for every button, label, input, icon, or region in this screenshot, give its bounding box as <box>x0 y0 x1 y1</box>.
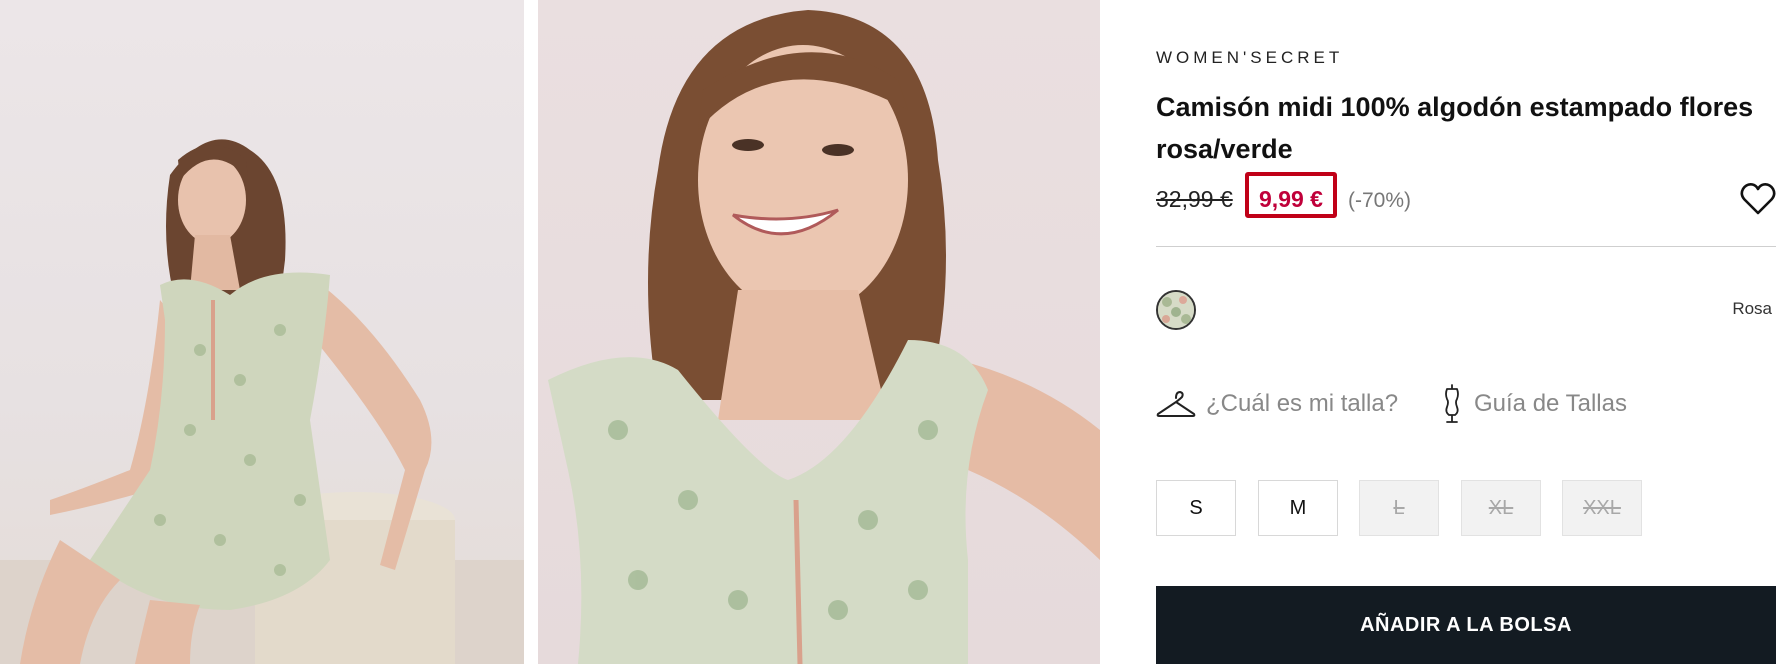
size-help-row: ¿Cuál es mi talla? Guía de Tallas <box>1156 384 1776 424</box>
product-photo-full-body[interactable] <box>0 0 524 664</box>
sale-price: 9,99 € <box>1259 186 1323 212</box>
size-option-l-unavailable: L <box>1359 480 1439 536</box>
mannequin-icon <box>1440 384 1464 424</box>
price-row: 32,99 € 9,99 € (-70%) <box>1156 172 1776 222</box>
size-option-s[interactable]: S <box>1156 480 1236 536</box>
fit-finder-link[interactable]: ¿Cuál es mi talla? <box>1156 384 1398 424</box>
hanger-icon <box>1156 389 1196 419</box>
divider <box>1156 246 1776 247</box>
original-price: 32,99 € <box>1156 186 1233 212</box>
size-option-xl-unavailable: XL <box>1461 480 1541 536</box>
product-gallery <box>0 0 1100 664</box>
sale-price-highlight: 9,99 € <box>1245 172 1337 218</box>
heart-icon[interactable] <box>1740 182 1776 216</box>
color-swatch-rosa[interactable] <box>1156 290 1196 330</box>
brand-name[interactable]: WOMEN'SECRET <box>1156 48 1343 68</box>
size-guide-label: Guía de Tallas <box>1474 390 1627 417</box>
product-title: Camisón midi 100% algodón estampado flor… <box>1156 92 1754 164</box>
selected-color-label: Rosa <box>1732 299 1772 318</box>
product-info-panel: WOMEN'SECRET Camisón midi 100% algodón e… <box>1156 0 1776 664</box>
size-option-m[interactable]: M <box>1258 480 1338 536</box>
size-guide-link[interactable]: Guía de Tallas <box>1440 384 1627 424</box>
add-to-bag-button[interactable]: AÑADIR A LA BOLSA <box>1156 586 1776 664</box>
size-option-xxl-unavailable: XXL <box>1562 480 1642 536</box>
product-photo-closeup[interactable] <box>538 0 1100 664</box>
fit-finder-label: ¿Cuál es mi talla? <box>1206 390 1399 417</box>
size-selector: S M L XL XXL <box>1156 480 1776 536</box>
discount-percent: (-70%) <box>1348 189 1412 212</box>
